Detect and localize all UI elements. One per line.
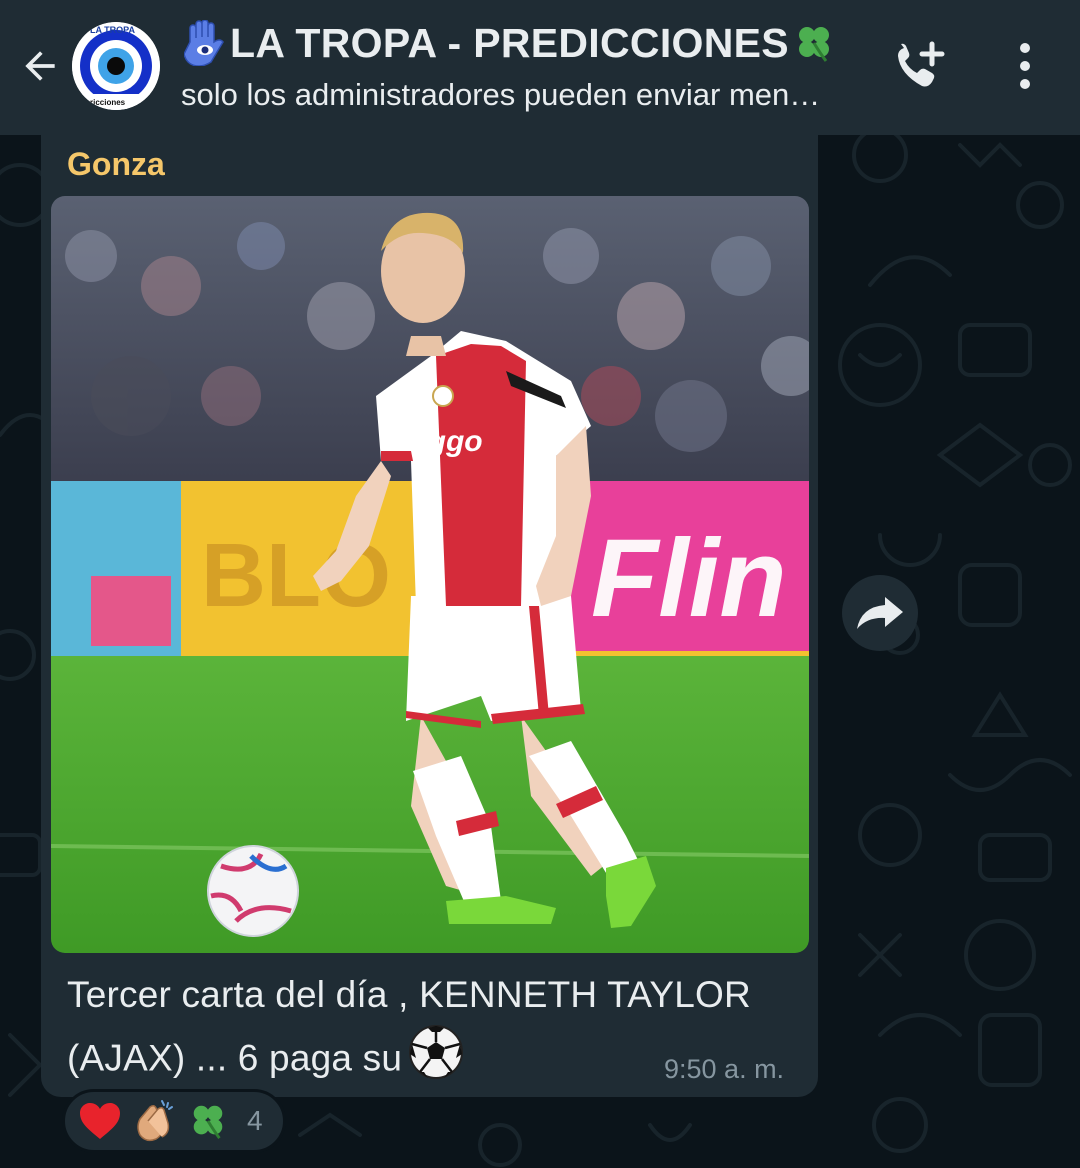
forward-arrow-icon [857,597,903,629]
message-image[interactable]: Flin BLO Ziggo [51,196,809,953]
four-leaf-clover-icon [798,27,829,62]
avatar-label-bottom: ricciones [90,98,126,107]
message-timestamp: 9:50 a. m. [664,1054,785,1084]
message-reactions[interactable]: 4 [62,1089,286,1153]
evil-eye-icon [72,22,160,110]
chat-subtitle: solo los administradores pueden enviar m… [181,77,821,112]
reaction-count: 4 [247,1105,263,1136]
caption-line-2-text: (AJAX) ... 6 paga su [67,1037,403,1079]
caption-line-1: Tercer carta del día , KENNETH TAYLOR [67,974,751,1015]
hamsa-hand-icon [184,20,224,66]
forward-button[interactable] [842,575,918,651]
clapping-hands-icon [131,1098,177,1144]
more-options-button[interactable] [1000,38,1050,94]
more-vert-icon [1020,43,1030,89]
arrow-left-icon [25,51,55,81]
avatar-label-top: LA TROPA [90,25,135,35]
add-call-icon [898,41,945,87]
chat-header: LA TROPA ricciones LA TROPA - PREDICCION… [0,0,1080,135]
four-leaf-clover-icon [185,1098,231,1144]
add-call-button[interactable] [890,38,950,94]
message-sender[interactable]: Gonza [67,146,165,183]
chat-title-row[interactable]: LA TROPA - PREDICCIONES [184,18,835,68]
svg-text:Ziggo: Ziggo [400,425,483,458]
football-player-photo: Flin BLO Ziggo [51,196,809,953]
chat-title: LA TROPA - PREDICCIONES [230,19,789,66]
red-heart-icon [77,1098,123,1144]
soccer-ball-icon [408,1024,464,1097]
back-button[interactable] [14,40,66,92]
svg-text:Flin: Flin [591,517,787,640]
group-avatar[interactable]: LA TROPA ricciones [72,22,160,110]
